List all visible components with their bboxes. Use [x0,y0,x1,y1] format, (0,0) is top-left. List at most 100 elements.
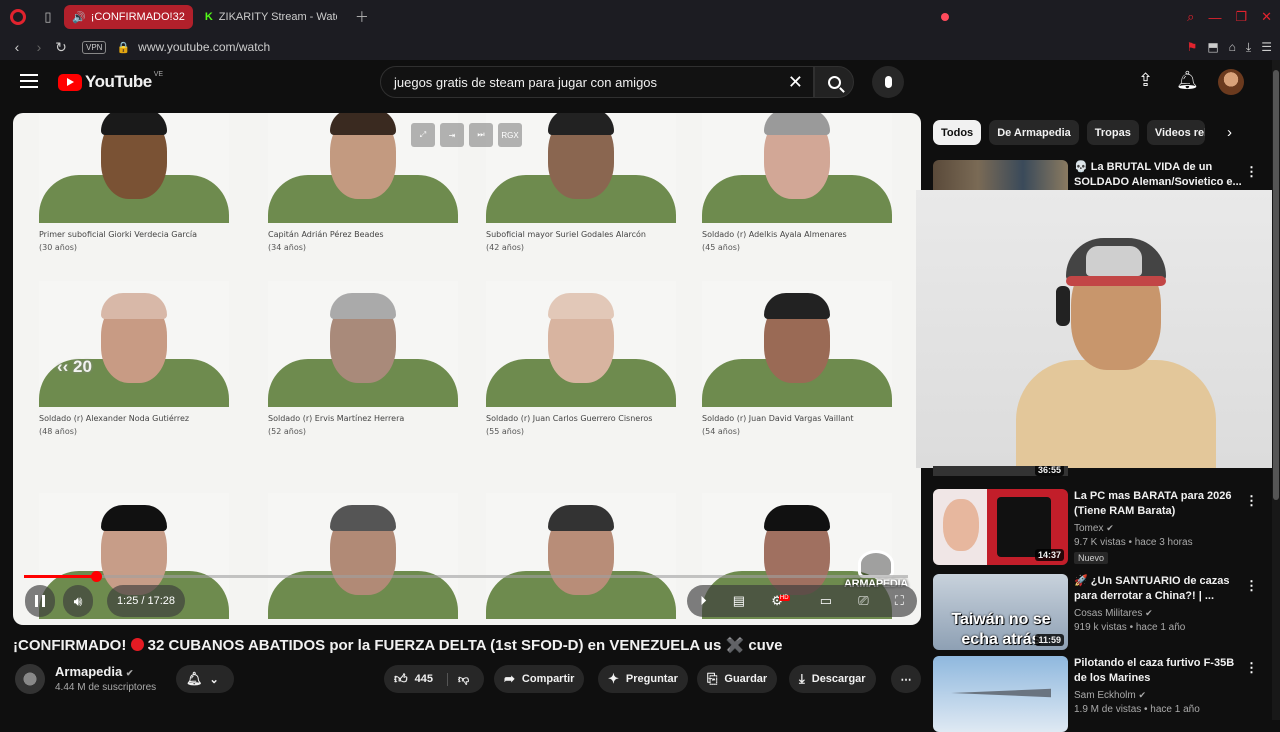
dislike-icon[interactable]: 👎︎ [446,672,469,686]
like-count[interactable]: 445 [415,673,433,685]
video-thumbnail[interactable]: 14:37 [933,489,1068,565]
video-meta: 9.7 K vistas • hace 3 horas [1074,537,1193,548]
channel-name[interactable]: Cosas Militares [1074,608,1142,619]
download-icon[interactable]: ⤓ [1246,40,1251,55]
overlay-button[interactable]: ⤢ [411,123,435,147]
channel-avatar[interactable] [15,664,45,694]
video-title[interactable]: Pilotando el caza furtivo F-35B de los M… [1074,656,1244,686]
verified-icon: ✔ [125,668,134,678]
tab-list-icon[interactable]: ▯ [36,9,60,25]
search-button[interactable] [814,66,854,98]
wallet-icon[interactable]: ⌂ [1229,40,1236,54]
progress-played [24,575,96,578]
close-icon[interactable]: ✕ [1261,9,1272,25]
easy-setup-icon[interactable]: ☰ [1261,40,1272,54]
video-thumbnail[interactable]: Taiwán no se echa atrás 11:59 [933,574,1068,650]
minimize-icon[interactable]: — [1208,10,1221,25]
soldier-age: (45 años) [702,243,740,252]
bell-icon: 🔔︎ [186,671,203,686]
youtube-header: YouTube VE juegos gratis de steam para j… [0,60,1280,106]
chip-videos-relacionados[interactable]: Videos rela [1146,120,1205,145]
volume-icon[interactable]: 🔊︎ [63,585,93,617]
new-tab-button[interactable]: ＋ [355,7,369,27]
title-prefix: ¡CONFIRMADO! [13,637,127,654]
seek-seconds: 20 [73,357,92,376]
forward-icon[interactable]: › [28,39,50,55]
tab-youtube[interactable]: 🔊 ¡CONFIRMADO! 32 [64,5,949,29]
channel-name[interactable]: Sam Eckholm [1074,690,1136,701]
tab-kick[interactable]: K ZIKARITY Stream - Watch [197,5,345,29]
more-options-icon[interactable]: ⋮ [1245,164,1258,180]
settings-gear-icon[interactable]: ⚙HD [771,593,793,609]
more-actions-button[interactable]: ⋯ [891,665,921,693]
chevron-right-icon[interactable]: › [1227,124,1232,141]
subscription-bell-button[interactable]: 🔔︎ ⌄ [176,665,234,693]
video-meta: 1.9 M de vistas • hace 1 año [1074,704,1200,715]
chip-de-armapedia[interactable]: De Armapedia [989,120,1079,145]
share-button[interactable]: ➦ Compartir [494,665,585,693]
search-input[interactable]: juegos gratis de steam para jugar con am… [394,75,657,90]
like-icon[interactable]: 👍︎ [394,671,408,687]
scrollbar-thumb[interactable] [1273,70,1279,500]
chip-tropas[interactable]: Tropas [1086,120,1139,145]
more-options-icon[interactable]: ⋮ [1245,578,1258,594]
chip-todos[interactable]: Todos [933,120,982,145]
reload-icon[interactable]: ↻ [50,39,72,56]
fullscreen-icon[interactable]: ⛶ [895,593,904,609]
save-button[interactable]: ⎘ Guardar [697,665,778,693]
avatar[interactable] [1218,69,1244,95]
recommendation-item[interactable]: 14:37 La PC mas BARATA para 2026 (Tiene … [933,489,1258,566]
cast-icon[interactable]: ⎚ [858,593,868,609]
notifications-bell-icon[interactable]: 🔔︎ [1176,70,1199,91]
soldier-caption: Suboficial mayor Suriel Godales Alarcón [486,230,646,239]
overlay-button[interactable]: ⏭ [469,123,493,147]
upload-icon[interactable]: ⇪ [1138,70,1153,91]
channel-name-text[interactable]: Armapedia [55,664,122,679]
speaker-icon[interactable]: 🔊 [72,11,86,24]
bookmarks-flag-icon[interactable]: ⚑ [1187,40,1198,54]
search-tabs-icon[interactable]: ⌕ [1187,9,1194,25]
vpn-badge[interactable]: VPN [82,40,107,54]
download-button[interactable]: ⤓ Descargar [789,665,876,693]
extensions-icon[interactable]: ⬒ [1207,40,1218,54]
search-box[interactable]: juegos gratis de steam para jugar con am… [380,66,814,98]
pause-button[interactable] [25,585,55,617]
overlay-button[interactable]: RGX [498,123,522,147]
url-field[interactable]: www.youtube.com/watch [138,40,270,54]
video-thumbnail[interactable] [933,656,1068,732]
video-title[interactable]: 🚀 ¿Un SANTUARIO de cazas para derrotar a… [1074,574,1244,604]
voice-search-button[interactable] [872,66,904,98]
channel-name[interactable]: Tomex [1074,523,1103,534]
recommendation-item[interactable]: 💀 La BRUTAL VIDA de un SOLDADO Aleman/So… [933,160,1258,190]
lock-icon[interactable]: 🔒 [116,41,130,54]
video-player[interactable]: Primer suboficial Giorki Verdecia García… [13,113,921,625]
recommendation-item[interactable]: Pilotando el caza furtivo F-35B de los M… [933,656,1258,732]
page-scrollbar[interactable] [1272,60,1280,720]
channel-name[interactable]: Armapedia ✔ [55,664,133,679]
progress-bar[interactable] [24,571,908,582]
theater-mode-icon[interactable]: ▭ [820,593,832,609]
thumb-jet [951,688,1051,698]
back-icon[interactable]: ‹ [6,39,28,55]
video-thumbnail[interactable] [933,160,1068,190]
overlay-button[interactable]: ⇥ [440,123,464,147]
more-options-icon[interactable]: ⋮ [1245,493,1258,509]
soldier-age: (34 años) [268,243,306,252]
share-icon: ➦ [504,671,515,686]
more-options-icon[interactable]: ⋮ [1245,660,1258,676]
menu-icon[interactable] [20,74,38,88]
opera-menu-button[interactable] [0,0,36,34]
video-title[interactable]: La PC mas BARATA para 2026 (Tiene RAM Ba… [1074,489,1244,519]
video-title[interactable]: 💀 La BRUTAL VIDA de un SOLDADO Aleman/So… [1074,160,1244,190]
progress-scrubber[interactable] [90,571,102,582]
subtitles-icon[interactable]: ▤ [733,593,745,609]
autoplay-toggle-icon[interactable]: ⏵ [700,593,707,609]
recommendation-item[interactable]: Taiwán no se echa atrás 11:59 🚀 ¿Un SANT… [933,574,1258,650]
restore-icon[interactable]: ❐ [1235,9,1247,25]
youtube-logo[interactable]: YouTube VE [58,71,163,92]
clear-search-icon[interactable]: ✕ [788,72,803,93]
ask-button[interactable]: ✦ Preguntar [598,665,688,693]
chevron-down-icon: ⌄ [209,673,219,686]
cap-front [1086,246,1142,276]
soldier-card: Primer suboficial Giorki Verdecia García… [39,113,229,252]
